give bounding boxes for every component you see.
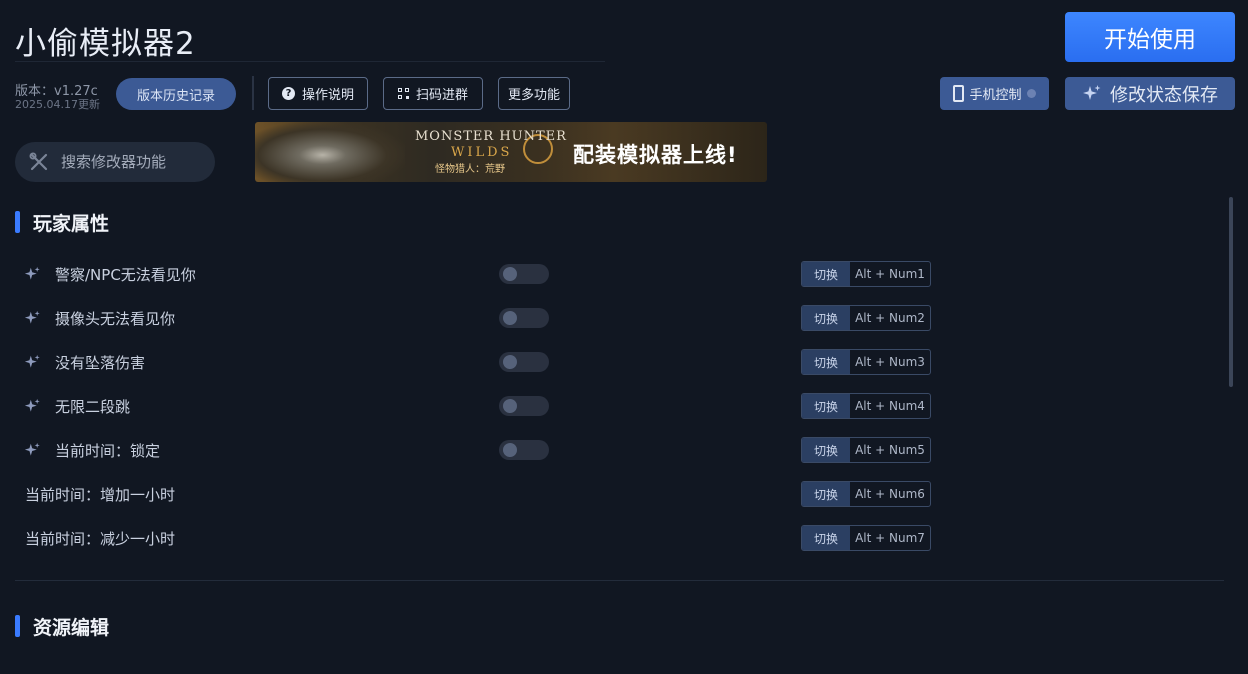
version-history-button[interactable]: 版本历史记录 — [116, 78, 236, 110]
hotkey-action: 切换 — [802, 482, 850, 506]
hotkey-button[interactable]: 切换 Alt + Num6 — [801, 481, 931, 507]
hotkey-keys: Alt + Num7 — [855, 531, 925, 545]
toolbar-separator — [252, 76, 254, 110]
hotkey-action: 切换 — [802, 438, 850, 462]
banner-game-subtitle: WILDS — [451, 145, 513, 160]
sparkle-icon — [24, 266, 41, 283]
save-state-button[interactable]: 修改状态保存 — [1065, 77, 1235, 110]
hotkey-button[interactable]: 切换 Alt + Num3 — [801, 349, 931, 375]
hotkey-button[interactable]: 切换 Alt + Num4 — [801, 393, 931, 419]
cheat-label: 摄像头无法看见你 — [55, 310, 176, 328]
sparkle-icon — [24, 354, 41, 371]
section-divider — [15, 580, 1224, 581]
phone-button-label: 手机控制 — [969, 88, 1022, 103]
phone-control-button[interactable]: 手机控制 — [940, 77, 1049, 110]
hotkey-keys: Alt + Num6 — [855, 487, 925, 501]
hotkey-keys: Alt + Num1 — [855, 267, 925, 281]
scan-join-button[interactable]: 扫码进群 — [383, 77, 483, 110]
promo-banner[interactable]: MONSTER HUNTER WILDS 怪物猎人：荒野 配装模拟器上线! — [255, 122, 767, 182]
more-features-button[interactable]: 更多功能 — [498, 77, 570, 110]
search-box[interactable] — [15, 142, 215, 182]
cheat-label: 无限二段跳 — [55, 398, 131, 416]
toggle-knob — [503, 443, 517, 457]
hotkey-action: 切换 — [802, 306, 850, 330]
cheat-toggle[interactable] — [499, 264, 549, 284]
section-title-resources: 资源编辑 — [33, 617, 110, 639]
toggle-knob — [503, 267, 517, 281]
banner-cta: 配装模拟器上线! — [573, 143, 738, 167]
hotkey-button[interactable]: 切换 Alt + Num1 — [801, 261, 931, 287]
section-title-player: 玩家属性 — [33, 213, 110, 235]
toggle-knob — [503, 311, 517, 325]
sparkle-icon — [24, 310, 41, 327]
title-divider — [15, 61, 605, 62]
hotkey-keys: Alt + Num3 — [855, 355, 925, 369]
hotkey-action: 切换 — [802, 350, 850, 374]
sparkle-icon — [24, 442, 41, 459]
start-button[interactable]: 开始使用 — [1065, 12, 1235, 62]
help-button-label: 操作说明 — [301, 88, 354, 103]
status-dot-icon — [1026, 89, 1036, 98]
hotkey-keys: Alt + Num4 — [855, 399, 925, 413]
sparkle-icon — [1083, 84, 1101, 100]
hotkey-button[interactable]: 切换 Alt + Num7 — [801, 525, 931, 551]
toggle-knob — [503, 355, 517, 369]
hotkey-button[interactable]: 切换 Alt + Num5 — [801, 437, 931, 463]
cheat-label: 没有坠落伤害 — [55, 354, 146, 372]
app-title: 小偷模拟器2 — [15, 26, 196, 62]
wrench-search-icon — [29, 152, 48, 171]
banner-artwork — [255, 122, 405, 182]
hotkey-action: 切换 — [802, 262, 850, 286]
save-button-label: 修改状态保存 — [1110, 84, 1218, 106]
section-accent-bar — [15, 615, 20, 637]
cheat-toggle[interactable] — [499, 308, 549, 328]
scan-button-label: 扫码进群 — [415, 88, 468, 103]
qr-code-icon — [397, 88, 409, 99]
cheat-label: 当前时间：增加一小时 — [25, 486, 176, 504]
help-button[interactable]: ? 操作说明 — [268, 77, 368, 110]
phone-icon — [953, 85, 965, 102]
hotkey-action: 切换 — [802, 394, 850, 418]
version-date: 2025.04.17更新 — [15, 98, 100, 111]
toggle-knob — [503, 399, 517, 413]
hotkey-keys: Alt + Num2 — [855, 311, 925, 325]
hotkey-keys: Alt + Num5 — [855, 443, 925, 457]
hotkey-button[interactable]: 切换 Alt + Num2 — [801, 305, 931, 331]
banner-game-cn: 怪物猎人：荒野 — [435, 164, 505, 175]
cheat-label: 当前时间：减少一小时 — [25, 530, 176, 548]
section-accent-bar — [15, 211, 20, 233]
cheat-toggle[interactable] — [499, 440, 549, 460]
banner-game-title: MONSTER HUNTER — [415, 129, 567, 144]
hotkey-action: 切换 — [802, 526, 850, 550]
cheat-toggle[interactable] — [499, 352, 549, 372]
scrollbar[interactable] — [1229, 197, 1233, 387]
cheat-label: 警察/NPC无法看见你 — [55, 266, 196, 284]
help-circle-icon: ? — [281, 87, 295, 100]
sparkle-icon — [24, 398, 41, 415]
cheat-label: 当前时间：锁定 — [55, 442, 161, 460]
search-input[interactable] — [61, 153, 201, 171]
cheat-toggle[interactable] — [499, 396, 549, 416]
